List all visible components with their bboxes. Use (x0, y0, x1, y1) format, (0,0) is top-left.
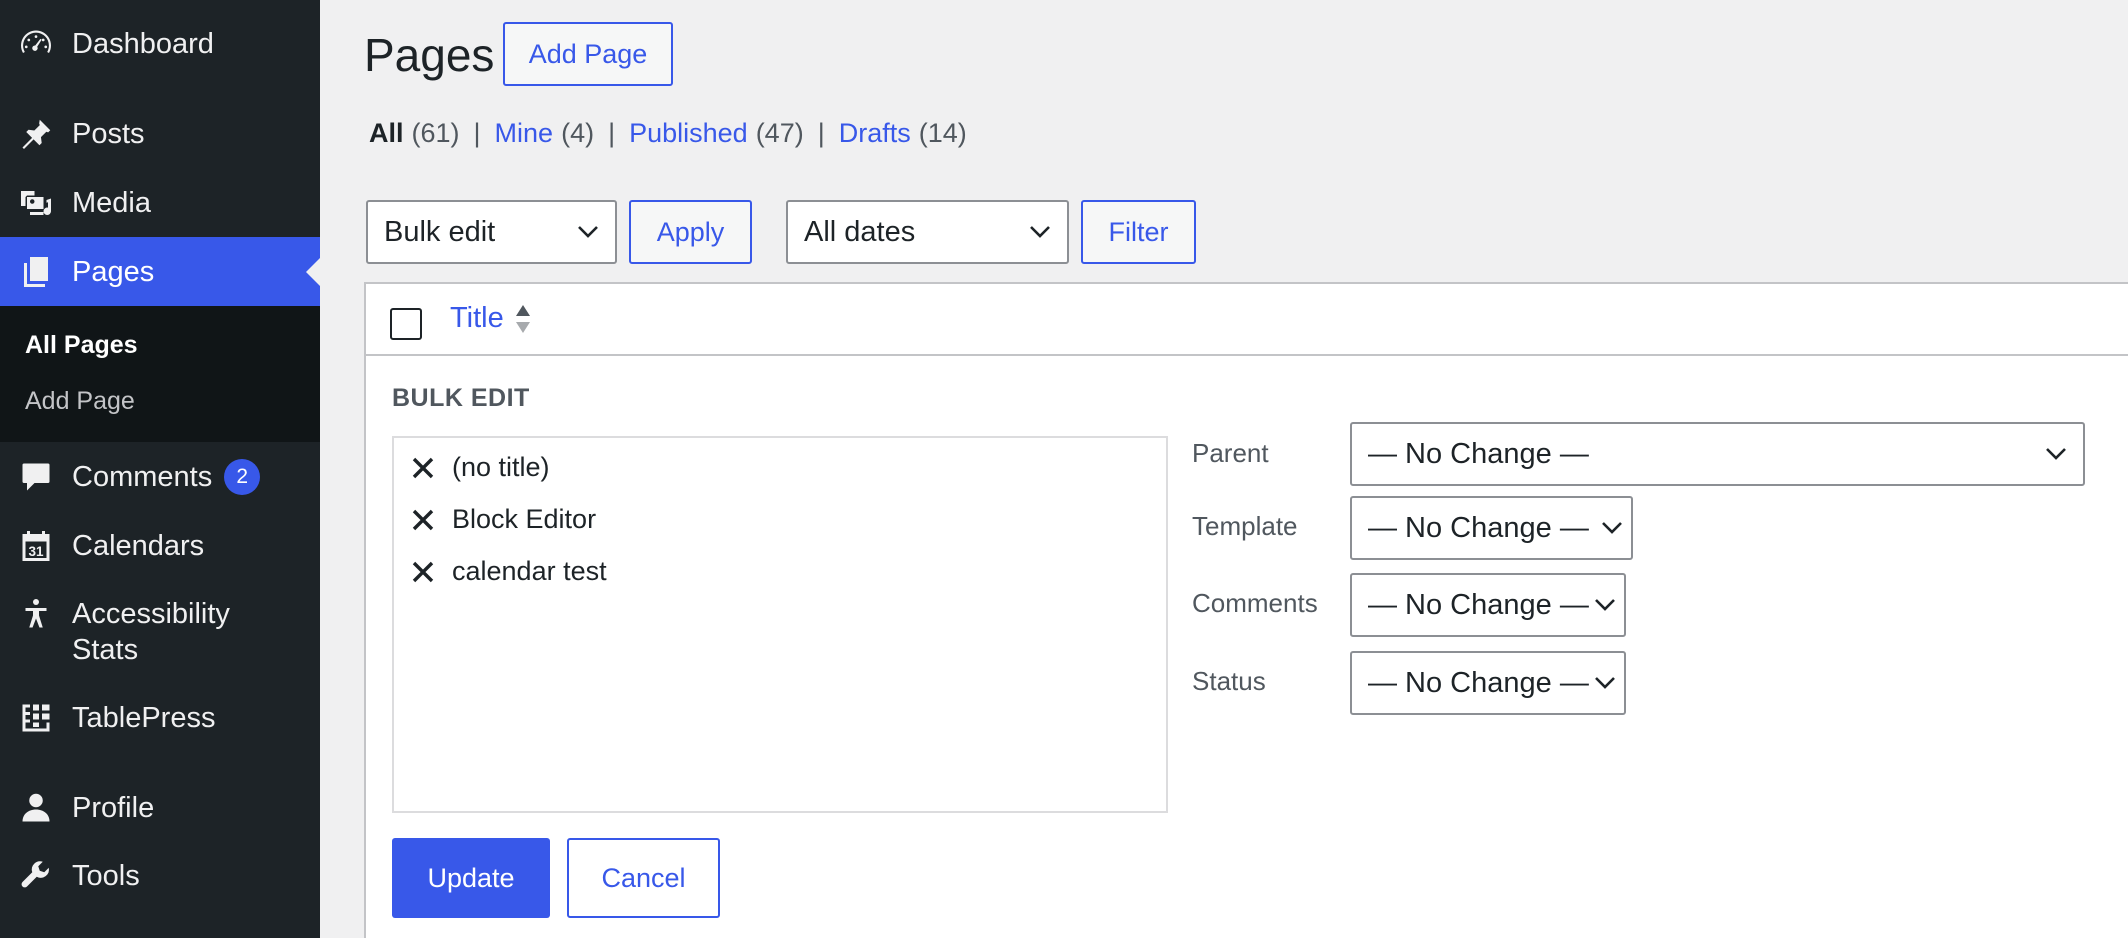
menu-label-stats: Stats (72, 634, 139, 666)
filter-all-count: (61) (411, 118, 460, 148)
menu-label-posts: Posts (72, 118, 145, 150)
chevron-down-icon (2045, 447, 2067, 461)
menu-label-tablepress: TablePress (72, 702, 216, 734)
menu-item-media[interactable]: Media (0, 185, 320, 221)
filter-mine-count: (4) (561, 118, 595, 148)
filter-drafts-count: (14) (918, 118, 967, 148)
media-icon (0, 185, 72, 221)
table-header: Title (366, 284, 2128, 356)
pin-icon (0, 116, 72, 152)
dates-filter-select[interactable]: All dates (786, 200, 1069, 264)
menu-item-profile[interactable]: Profile (0, 790, 320, 826)
menu-label-profile: Profile (72, 792, 155, 824)
pages-icon (0, 254, 72, 290)
menu-label-pages: Pages (72, 255, 155, 288)
filter-button[interactable]: Filter (1081, 200, 1196, 264)
list-item: calendar test (410, 556, 607, 587)
bulk-edit-item-list: (no title) Block Editor calendar test (392, 436, 1168, 813)
admin-sidebar: Dashboard Posts Media Pages All Pages Ad… (0, 0, 320, 938)
wrench-icon (0, 858, 72, 894)
submenu-all-pages[interactable]: All Pages (25, 331, 138, 360)
parent-label: Parent (1192, 438, 1269, 468)
close-icon[interactable] (410, 455, 436, 481)
filter-published[interactable]: Published (629, 118, 748, 149)
status-label: Status (1192, 666, 1266, 696)
status-select-value: — No Change — (1368, 666, 1589, 699)
pages-submenu: All Pages Add Page (0, 306, 320, 442)
parent-select[interactable]: — No Change — (1350, 422, 2085, 486)
dashboard-icon (0, 26, 72, 62)
close-icon[interactable] (410, 559, 436, 585)
template-label: Template (1192, 511, 1298, 541)
comments-select-value: — No Change — (1368, 588, 1589, 621)
chevron-down-icon (577, 225, 599, 239)
submenu-add-page[interactable]: Add Page (25, 387, 135, 416)
filter-published-count: (47) (755, 118, 804, 148)
user-icon (0, 790, 72, 826)
select-all-checkbox[interactable] (390, 308, 422, 340)
calendar-icon: 31 (0, 528, 72, 564)
bulk-edit-heading: BULK EDIT (392, 384, 530, 412)
comments-label: Comments (1192, 588, 1318, 618)
accessibility-icon (0, 596, 72, 632)
list-item-title: Block Editor (452, 504, 597, 534)
parent-select-value: — No Change — (1368, 437, 1589, 470)
menu-label-calendars: Calendars (72, 530, 205, 562)
title-column-header[interactable]: Title (450, 302, 532, 335)
apply-button[interactable]: Apply (629, 200, 752, 264)
sort-icon (515, 304, 530, 333)
update-button[interactable]: Update (392, 838, 550, 918)
comments-count-badge: 2 (224, 459, 261, 495)
list-item: Block Editor (410, 504, 596, 535)
menu-item-pages[interactable]: Pages (0, 237, 320, 306)
menu-label-media: Media (72, 187, 151, 219)
pages-table: Title BULK EDIT (no title) Block Editor … (364, 282, 2128, 938)
add-page-button[interactable]: Add Page (503, 22, 673, 86)
menu-item-dashboard[interactable]: Dashboard (0, 26, 320, 62)
title-column-label: Title (450, 302, 504, 334)
close-icon[interactable] (410, 507, 436, 533)
bulk-action-select[interactable]: Bulk edit (366, 200, 617, 264)
menu-item-accessibility-stats[interactable]: Accessibility Stats (0, 596, 320, 668)
template-select-value: — No Change — (1368, 511, 1589, 544)
filter-separator: | (817, 118, 825, 148)
menu-item-posts[interactable]: Posts (0, 116, 320, 152)
tablepress-icon (0, 700, 72, 736)
chevron-down-icon (1594, 676, 1616, 690)
menu-item-calendars[interactable]: 31 Calendars (0, 527, 320, 565)
page-title: Pages (364, 29, 495, 81)
svg-text:31: 31 (28, 544, 44, 559)
menu-item-tools[interactable]: Tools (0, 858, 320, 894)
template-select[interactable]: — No Change — (1350, 496, 1633, 560)
menu-label-tools: Tools (72, 860, 140, 892)
menu-label-comments: Comments (72, 461, 213, 493)
status-select[interactable]: — No Change — (1350, 651, 1626, 715)
filter-drafts[interactable]: Drafts (839, 118, 911, 149)
menu-item-tablepress[interactable]: TablePress (0, 700, 320, 736)
cancel-button[interactable]: Cancel (567, 838, 720, 918)
chevron-down-icon (1029, 225, 1051, 239)
chevron-down-icon (1601, 521, 1623, 535)
list-item: (no title) (410, 452, 550, 483)
list-item-title: calendar test (452, 556, 607, 586)
list-item-title: (no title) (452, 452, 550, 482)
menu-label-dashboard: Dashboard (72, 28, 214, 60)
view-filters: All (61) | Mine (4) | Published (47) | D… (369, 118, 967, 149)
menu-item-comments[interactable]: Comments 2 (0, 459, 320, 495)
filter-separator: | (473, 118, 481, 148)
filter-mine[interactable]: Mine (495, 118, 554, 149)
comment-icon (0, 459, 72, 495)
bulk-action-value: Bulk edit (384, 215, 496, 248)
filter-all[interactable]: All (369, 118, 404, 149)
comments-select[interactable]: — No Change — (1350, 573, 1626, 637)
dates-filter-value: All dates (804, 215, 916, 248)
menu-label-accessibility: Accessibility (72, 598, 230, 630)
filter-separator: | (608, 118, 616, 148)
chevron-down-icon (1594, 598, 1616, 612)
